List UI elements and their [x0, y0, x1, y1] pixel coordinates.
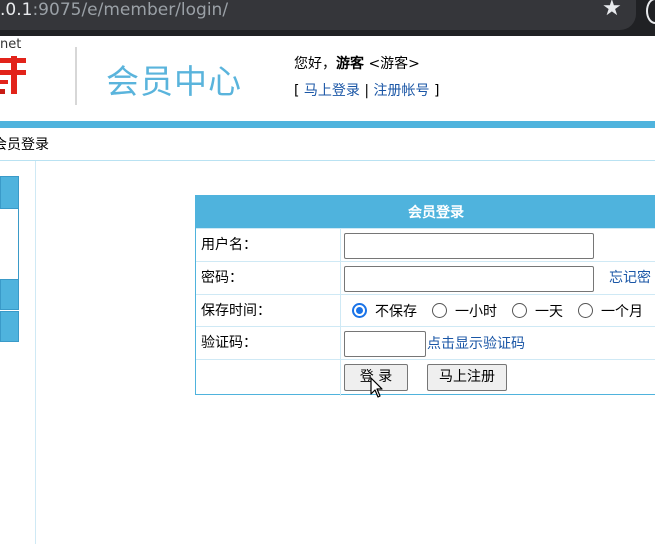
- breadcrumb: 会员登录: [0, 128, 655, 161]
- header-divider: [75, 47, 77, 105]
- username: 游客: [336, 56, 364, 72]
- buttons-row: 登 录 马上注册: [196, 359, 655, 396]
- password-label: 密码：: [196, 262, 341, 295]
- captcha-input[interactable]: [344, 331, 426, 357]
- logo-net-text: net: [0, 37, 22, 52]
- bookmark-star-icon[interactable]: ★: [602, 0, 622, 21]
- user-group: <游客>: [368, 56, 420, 72]
- bracket-open: [: [294, 83, 300, 99]
- register-button[interactable]: 马上注册: [427, 364, 507, 391]
- password-row: 密码： 忘记密: [196, 261, 655, 295]
- save-option-label: 一小时: [455, 304, 497, 320]
- login-form-title: 会员登录: [196, 196, 655, 228]
- save-month-radio[interactable]: [578, 303, 593, 318]
- sidebar-item[interactable]: [0, 279, 19, 310]
- save-option-label: 一个月: [601, 304, 643, 320]
- show-captcha-link[interactable]: 点击显示验证码: [427, 335, 525, 353]
- bracket-close: ]: [434, 83, 440, 99]
- save-day-radio[interactable]: [512, 303, 527, 318]
- accent-bar: [0, 121, 655, 128]
- captcha-label: 验证码：: [196, 327, 341, 360]
- site-title: 会员中心: [106, 62, 242, 101]
- username-input[interactable]: [344, 233, 594, 259]
- url-text[interactable]: .0.1:9075/e/member/login/: [0, 0, 228, 22]
- breadcrumb-text: 会员登录: [0, 137, 49, 153]
- captcha-row: 验证码： 点击显示验证码: [196, 326, 655, 360]
- mouse-cursor-icon: [370, 377, 383, 398]
- greeting: 您好，游客 <游客>: [294, 55, 420, 73]
- save-none-radio[interactable]: [352, 303, 367, 318]
- username-label: 用户名：: [196, 229, 341, 262]
- greeting-prefix: 您好，: [294, 56, 336, 72]
- save-hour-radio[interactable]: [432, 303, 447, 318]
- header-links: [ 马上登录 | 注册帐号 ]: [294, 81, 439, 101]
- register-link[interactable]: 注册帐号: [374, 83, 430, 99]
- forgot-password-link[interactable]: 忘记密: [609, 269, 651, 287]
- login-link[interactable]: 马上登录: [304, 83, 360, 99]
- sidebar-body: [0, 209, 19, 279]
- url-field[interactable]: .0.1:9075/e/member/login/ ★: [0, 0, 636, 30]
- sidebar-header: [0, 176, 19, 209]
- browser-address-bar: .0.1:9075/e/member/login/ ★: [0, 0, 655, 36]
- site-logo-icon: [0, 56, 26, 94]
- save-time-row: 保存时间： 不保存 一小时 一天 一个月: [196, 294, 655, 327]
- sidebar-item[interactable]: [0, 311, 19, 342]
- password-input[interactable]: [344, 266, 594, 292]
- save-option-label: 不保存: [375, 304, 417, 320]
- save-time-label: 保存时间：: [196, 295, 341, 327]
- save-option-label: 一天: [535, 304, 563, 320]
- sidebar-border: [35, 161, 36, 544]
- url-path: :9075/e/member/login/: [32, 0, 229, 20]
- username-row: 用户名：: [196, 228, 655, 262]
- profile-icon[interactable]: [646, 0, 655, 24]
- login-form: 会员登录 用户名： 密码： 忘记密 保存时间： 不保存 一小时 一天 一个月 验…: [195, 195, 655, 396]
- buttons-row-label: [196, 360, 341, 396]
- url-host: .0.1: [0, 0, 33, 20]
- link-separator: |: [364, 83, 370, 99]
